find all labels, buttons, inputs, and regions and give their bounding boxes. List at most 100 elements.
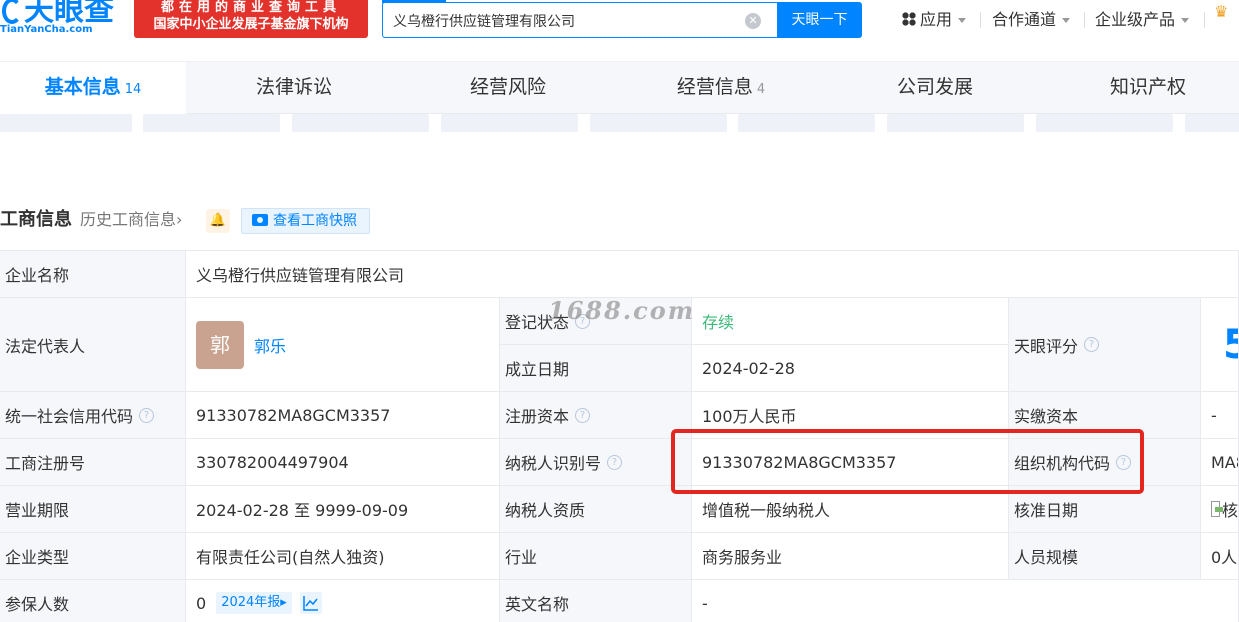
promo-banner: 都在用的商业查询工具 国家中小企业发展子基金旗下机构 xyxy=(134,0,368,38)
nav-divider xyxy=(980,12,981,28)
help-icon[interactable]: ? xyxy=(1084,337,1100,352)
legal-rep-cell: 郭 郭乐 xyxy=(186,298,500,392)
nav-partner-label: 合作通道 xyxy=(992,10,1057,29)
subtab[interactable] xyxy=(441,114,578,132)
bell-icon[interactable]: 🔔 xyxy=(206,209,230,233)
nav-divider xyxy=(1204,12,1205,28)
legal-rep-label: 法定代表人 xyxy=(0,298,186,392)
chevron-right-icon: › xyxy=(176,210,183,229)
nav-apps[interactable]: 应用 xyxy=(902,8,967,32)
legal-rep-name[interactable]: 郭乐 xyxy=(254,333,286,357)
org-code-value: MA8 xyxy=(1201,439,1239,486)
logo[interactable]: 天眼查 TianYanCha.com xyxy=(0,0,128,40)
credit-code-value: 91330782MA8GCM3357 xyxy=(186,392,500,439)
chevron-down-icon xyxy=(1181,18,1190,23)
clear-icon[interactable]: ✕ xyxy=(745,13,761,29)
apps-grid-icon xyxy=(902,12,916,26)
tab-count: 4 xyxy=(756,82,766,97)
page: 天眼查 TianYanCha.com 都在用的商业查询工具 国家中小企业发展子基… xyxy=(0,0,1239,622)
reg-capital-label-text: 注册资本 xyxy=(505,407,570,426)
search-button[interactable]: 天眼一下 xyxy=(777,2,862,38)
trend-chart-glyph xyxy=(303,596,318,611)
section-title: 工商信息 xyxy=(0,209,72,230)
history-link[interactable]: 历史工商信息› xyxy=(80,210,182,230)
subtab[interactable] xyxy=(887,114,1024,132)
tab-basic-info[interactable]: 基本信息 14 xyxy=(0,62,186,114)
approve-date-value: 核 xyxy=(1201,486,1239,533)
company-type-label: 企业类型 xyxy=(0,533,186,580)
annual-report-link[interactable]: 2024年报▸ xyxy=(216,592,292,614)
help-icon[interactable]: ? xyxy=(139,407,155,423)
chevron-down-icon xyxy=(958,18,967,23)
credit-code-label-text: 统一社会信用代码 xyxy=(5,407,134,426)
subtab[interactable] xyxy=(1036,114,1173,132)
crown-icon[interactable]: ♛ xyxy=(1214,2,1228,21)
promo-line-2: 国家中小企业发展子基金旗下机构 xyxy=(153,17,349,32)
insured-cell: 0 2024年报▸ xyxy=(186,580,500,622)
subtab[interactable] xyxy=(292,114,429,132)
subtab[interactable] xyxy=(590,114,727,132)
nav-apps-label: 应用 xyxy=(920,10,953,29)
caret-right-icon: ▸ xyxy=(280,595,287,610)
reg-status-value: 存续 xyxy=(692,298,1009,345)
nav-partner[interactable]: 合作通道 xyxy=(992,8,1071,32)
paid-capital-value: - xyxy=(1201,392,1239,439)
industry-label: 行业 xyxy=(500,533,692,580)
english-name-label: 英文名称 xyxy=(500,580,692,622)
term-label: 营业期限 xyxy=(0,486,186,533)
company-name-label: 企业名称 xyxy=(0,251,186,298)
tab-label: 经营信息 xyxy=(676,76,753,98)
insured-label: 参保人数 xyxy=(0,580,186,622)
tab-label: 公司发展 xyxy=(896,76,973,98)
logo-domain: TianYanCha.com xyxy=(0,24,93,35)
term-value: 2024-02-28 至 9999-09-09 xyxy=(186,486,500,533)
promo-line-1: 都在用的商业查询工具 xyxy=(160,0,341,15)
subtab-row xyxy=(0,114,1239,134)
taxpayer-type-label: 纳税人资质 xyxy=(500,486,692,533)
snapshot-button[interactable]: 查看工商快照 xyxy=(241,208,370,234)
score-digit: 5 xyxy=(1223,322,1238,368)
help-icon[interactable]: ? xyxy=(575,407,591,423)
history-link-label: 历史工商信息 xyxy=(80,210,177,229)
nav-enterprise-label: 企业级产品 xyxy=(1095,10,1176,29)
subtab[interactable] xyxy=(143,114,280,132)
search-box: ✕ xyxy=(382,2,778,38)
chevron-down-icon xyxy=(1062,18,1071,23)
insured-value: 0 xyxy=(196,593,207,613)
reg-no-value: 330782004497904 xyxy=(186,439,500,486)
reg-capital-label: 注册资本? xyxy=(500,392,692,439)
score-label-text: 天眼评分 xyxy=(1014,336,1079,356)
tab-legal[interactable]: 法律诉讼 xyxy=(186,62,402,114)
industry-value: 商务服务业 xyxy=(692,533,1009,580)
search-input[interactable] xyxy=(393,11,733,31)
subtab[interactable] xyxy=(0,114,132,132)
score-value[interactable]: 5 xyxy=(1201,298,1239,392)
subtab[interactable] xyxy=(1185,114,1239,132)
taxpayer-id-label-text: 纳税人识别号 xyxy=(505,454,602,473)
tab-risk[interactable]: 经营风险 xyxy=(402,62,614,114)
avatar[interactable]: 郭 xyxy=(196,320,244,369)
english-name-value: - xyxy=(692,580,1239,622)
company-name-value: 义乌橙行供应链管理有限公司 xyxy=(186,251,1239,298)
highlight-annotation xyxy=(671,429,1144,494)
tab-ip[interactable]: 知识产权 xyxy=(1042,62,1239,114)
trend-chart-icon[interactable] xyxy=(299,592,322,614)
approve-date-alt: 核 xyxy=(1221,501,1238,520)
tab-development[interactable]: 公司发展 xyxy=(828,62,1042,114)
tab-label: 知识产权 xyxy=(1109,76,1186,98)
subtab[interactable] xyxy=(738,114,875,132)
annual-report-label: 2024年报 xyxy=(221,595,281,610)
staff-size-label: 人员规模 xyxy=(1009,533,1201,580)
status-badge: 存续 xyxy=(702,313,735,332)
watermark: 1688.com xyxy=(548,296,696,325)
snapshot-button-label: 查看工商快照 xyxy=(273,213,357,229)
help-icon[interactable]: ? xyxy=(607,454,623,470)
nav-divider xyxy=(1084,12,1085,28)
top-header: 天眼查 TianYanCha.com 都在用的商业查询工具 国家中小企业发展子基… xyxy=(0,0,1239,62)
tab-label: 基本信息 xyxy=(44,76,121,98)
nav-enterprise[interactable]: 企业级产品 xyxy=(1095,8,1190,32)
tab-count: 14 xyxy=(124,82,142,97)
tab-operations[interactable]: 经营信息 4 xyxy=(614,62,828,114)
camera-icon xyxy=(252,214,268,226)
credit-code-label: 统一社会信用代码? xyxy=(0,392,186,439)
